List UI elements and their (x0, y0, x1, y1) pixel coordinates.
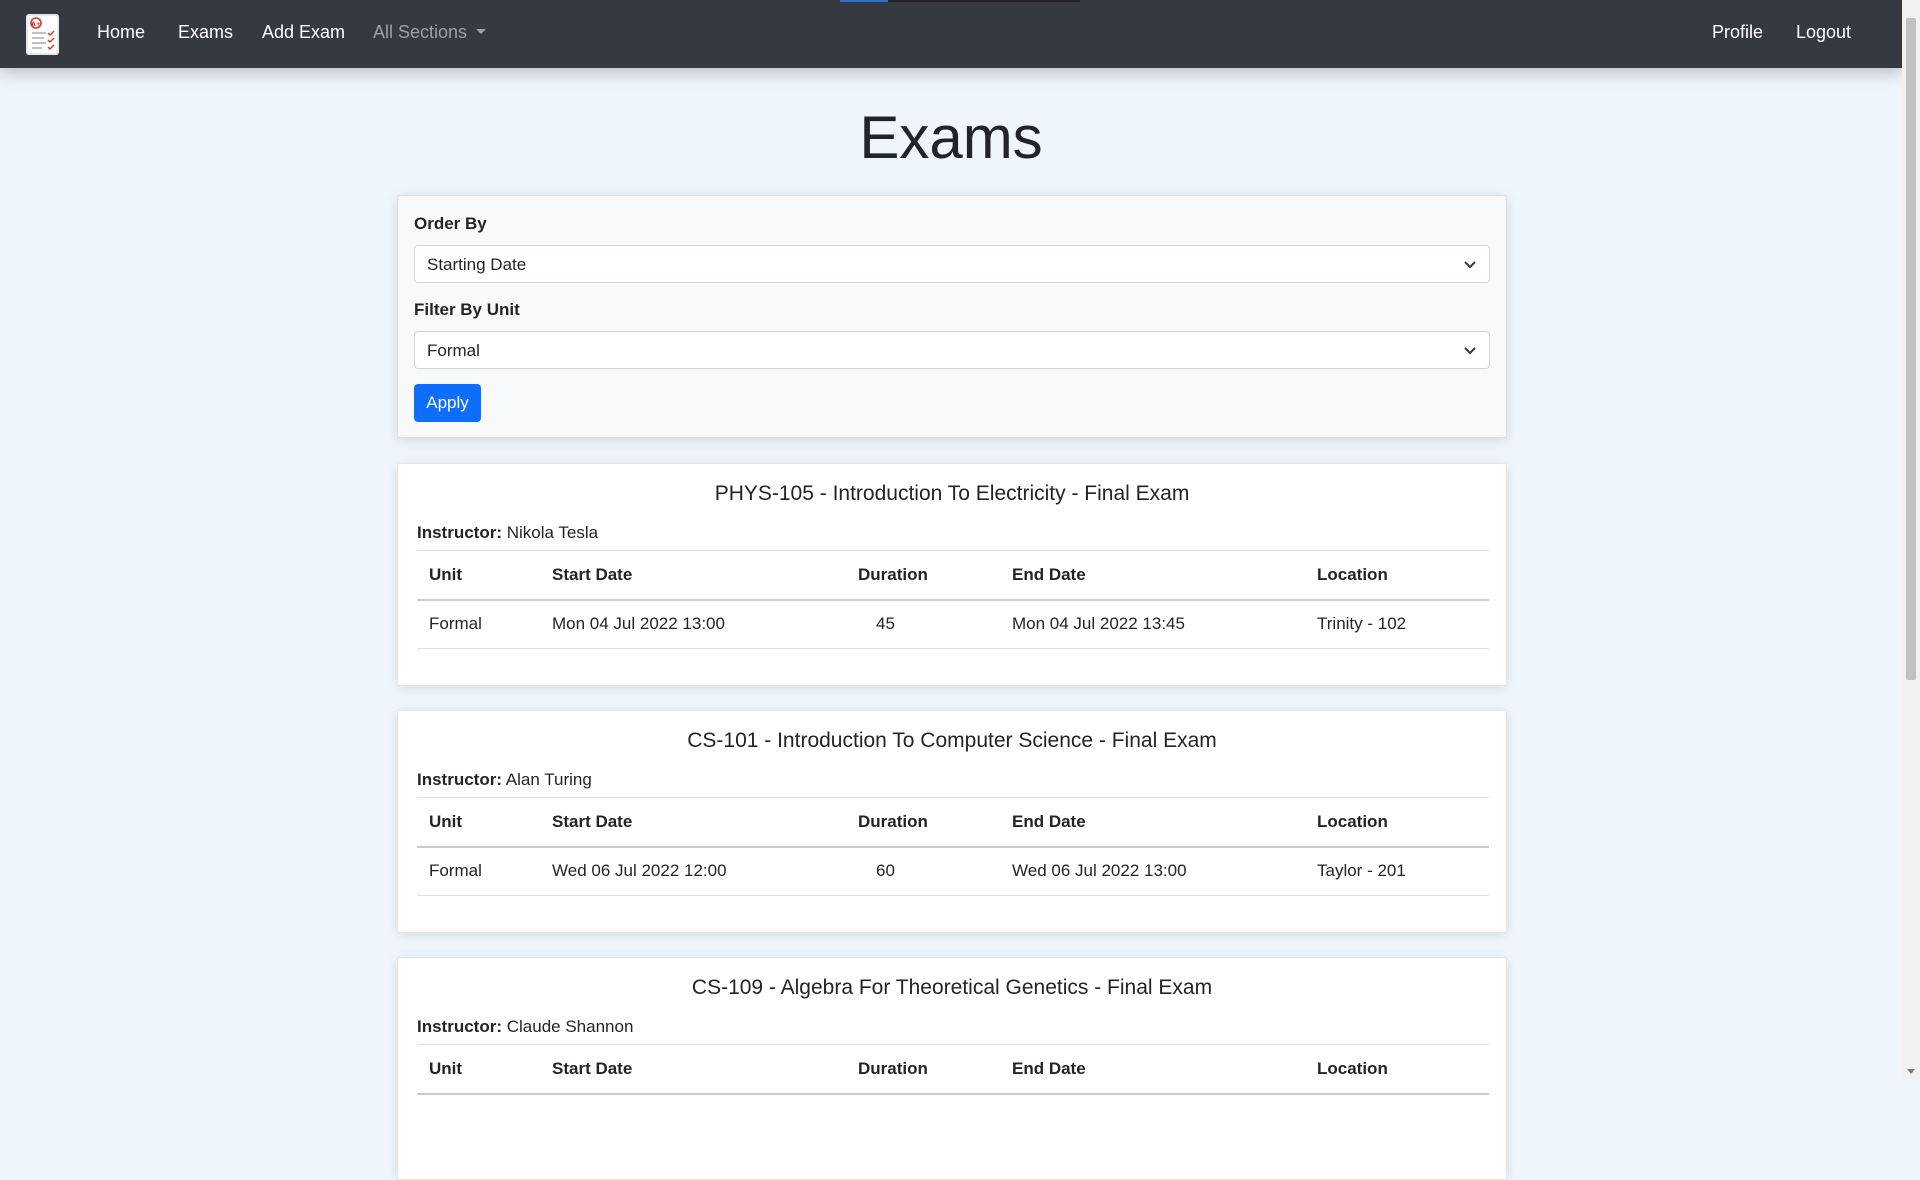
table-row: Formal Wed 06 Jul 2022 12:00 60 Wed 06 J… (417, 847, 1489, 896)
exam-instructor: Instructor: Claude Shannon (417, 1017, 633, 1037)
cell-unit: Formal (429, 614, 482, 634)
header-location: Location (1317, 564, 1388, 584)
all-sections-label: All Sections (373, 22, 468, 42)
instructor-label: Instructor: (417, 523, 502, 542)
instructor-name: Alan Turing (505, 770, 592, 789)
table-row: Formal Mon 04 Jul 2022 13:00 45 Mon 04 J… (417, 600, 1489, 649)
filter-by-unit-select[interactable]: Formal (414, 331, 1490, 369)
instructor-name: Nikola Tesla (506, 523, 599, 542)
table-header-row: Unit Start Date Duration End Date Locati… (417, 797, 1489, 847)
header-unit: Unit (429, 811, 463, 831)
top-navbar: A+ Home Exams Add Exam All Sections Prof… (0, 0, 1902, 68)
page-scrollbar[interactable] (1902, 0, 1920, 1080)
header-end-date: End Date (1012, 564, 1086, 584)
exam-document-icon[interactable]: A+ (26, 14, 59, 55)
header-start-date: Start Date (552, 1058, 633, 1078)
all-sections-dropdown[interactable]: All Sections (373, 22, 487, 43)
cell-location: Trinity - 102 (1317, 614, 1407, 634)
header-unit: Unit (429, 564, 463, 584)
nav-exams-link[interactable]: Exams (178, 22, 233, 43)
nav-add-exam-link[interactable]: Add Exam (262, 22, 345, 43)
nav-home-link[interactable]: Home (97, 22, 145, 43)
cell-duration: 45 (876, 614, 895, 634)
cell-location: Taylor - 201 (1317, 861, 1406, 881)
header-end-date: End Date (1012, 1058, 1086, 1078)
filter-form-card: Order By Starting Date Filter By Unit Fo… (397, 195, 1507, 438)
exam-schedule-table: Unit Start Date Duration End Date Locati… (417, 550, 1489, 649)
order-by-selected-value: Starting Date (427, 255, 527, 274)
page-title: Exams (859, 104, 1043, 171)
filter-by-unit-label: Filter By Unit (414, 300, 520, 319)
apply-button[interactable]: Apply (414, 384, 481, 422)
exam-card: CS-101 - Introduction To Computer Scienc… (397, 710, 1507, 933)
chevron-down-icon (1463, 342, 1477, 362)
table-header-row: Unit Start Date Duration End Date Locati… (417, 1044, 1489, 1094)
cell-start-date: Mon 04 Jul 2022 13:00 (552, 614, 725, 634)
exam-instructor: Instructor: Alan Turing (417, 770, 592, 790)
instructor-label: Instructor: (417, 1017, 502, 1036)
nav-profile-link[interactable]: Profile (1712, 22, 1763, 43)
exam-schedule-table: Unit Start Date Duration End Date Locati… (417, 1044, 1489, 1095)
exam-schedule-table: Unit Start Date Duration End Date Locati… (417, 797, 1489, 896)
header-duration: Duration (858, 811, 928, 831)
exam-title: CS-109 - Algebra For Theoretical Genetic… (691, 976, 1213, 999)
cell-duration: 60 (876, 861, 895, 881)
exam-card: CS-109 - Algebra For Theoretical Genetic… (397, 957, 1507, 1180)
header-location: Location (1317, 1058, 1388, 1078)
nav-progress-indicator (840, 0, 1080, 2)
header-start-date: Start Date (552, 564, 633, 584)
instructor-name: Claude Shannon (506, 1017, 634, 1036)
svg-text:A+: A+ (31, 21, 41, 28)
chevron-down-icon (476, 29, 487, 34)
cell-unit: Formal (429, 861, 482, 881)
filter-by-unit-selected-value: Formal (427, 341, 480, 360)
exam-title: CS-101 - Introduction To Computer Scienc… (687, 729, 1217, 752)
scrollbar-thumb[interactable] (1906, 18, 1916, 680)
table-header-row: Unit Start Date Duration End Date Locati… (417, 550, 1489, 600)
header-end-date: End Date (1012, 811, 1086, 831)
header-unit: Unit (429, 1058, 463, 1078)
order-by-label: Order By (414, 214, 487, 233)
cell-end-date: Mon 04 Jul 2022 13:45 (1012, 614, 1185, 634)
exam-instructor: Instructor: Nikola Tesla (417, 523, 598, 543)
header-duration: Duration (858, 1058, 928, 1078)
scroll-down-arrow-icon[interactable] (1907, 1069, 1915, 1074)
cell-end-date: Wed 06 Jul 2022 13:00 (1012, 861, 1187, 881)
cell-start-date: Wed 06 Jul 2022 12:00 (552, 861, 727, 881)
header-location: Location (1317, 811, 1388, 831)
header-start-date: Start Date (552, 811, 633, 831)
chevron-down-icon (1463, 256, 1477, 276)
instructor-label: Instructor: (417, 770, 502, 789)
exam-title: PHYS-105 - Introduction To Electricity -… (714, 482, 1190, 505)
nav-logout-link[interactable]: Logout (1796, 22, 1851, 43)
header-duration: Duration (858, 564, 928, 584)
exam-card: PHYS-105 - Introduction To Electricity -… (397, 463, 1507, 686)
order-by-select[interactable]: Starting Date (414, 245, 1490, 283)
